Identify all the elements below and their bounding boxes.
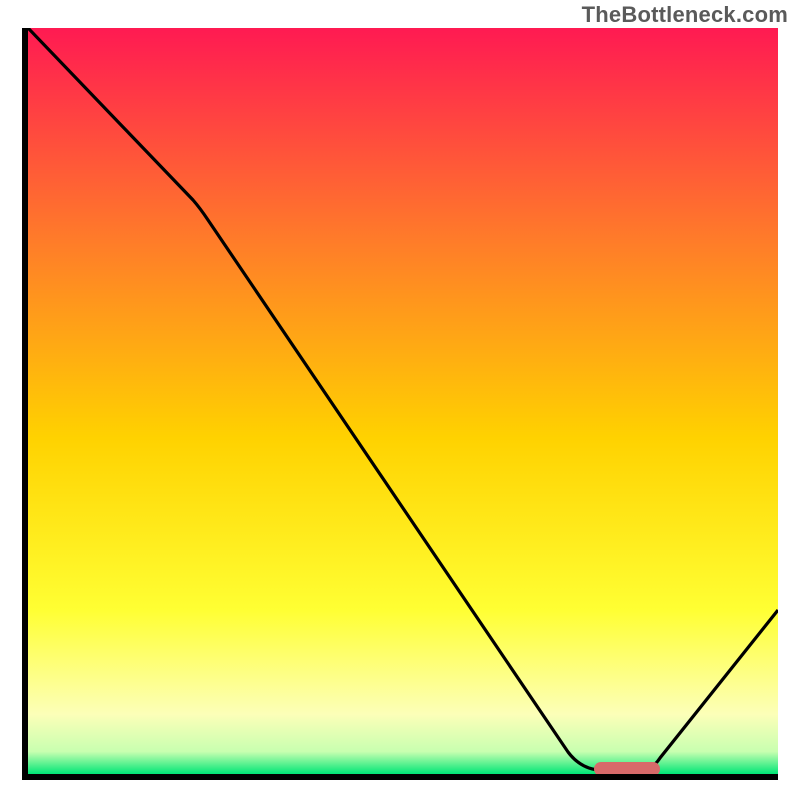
optimal-zone-marker [594, 762, 660, 774]
chart-container: TheBottleneck.com [0, 0, 800, 800]
watermark-label: TheBottleneck.com [582, 2, 788, 28]
chart-plot [28, 28, 778, 774]
bottleneck-curve [28, 28, 778, 770]
